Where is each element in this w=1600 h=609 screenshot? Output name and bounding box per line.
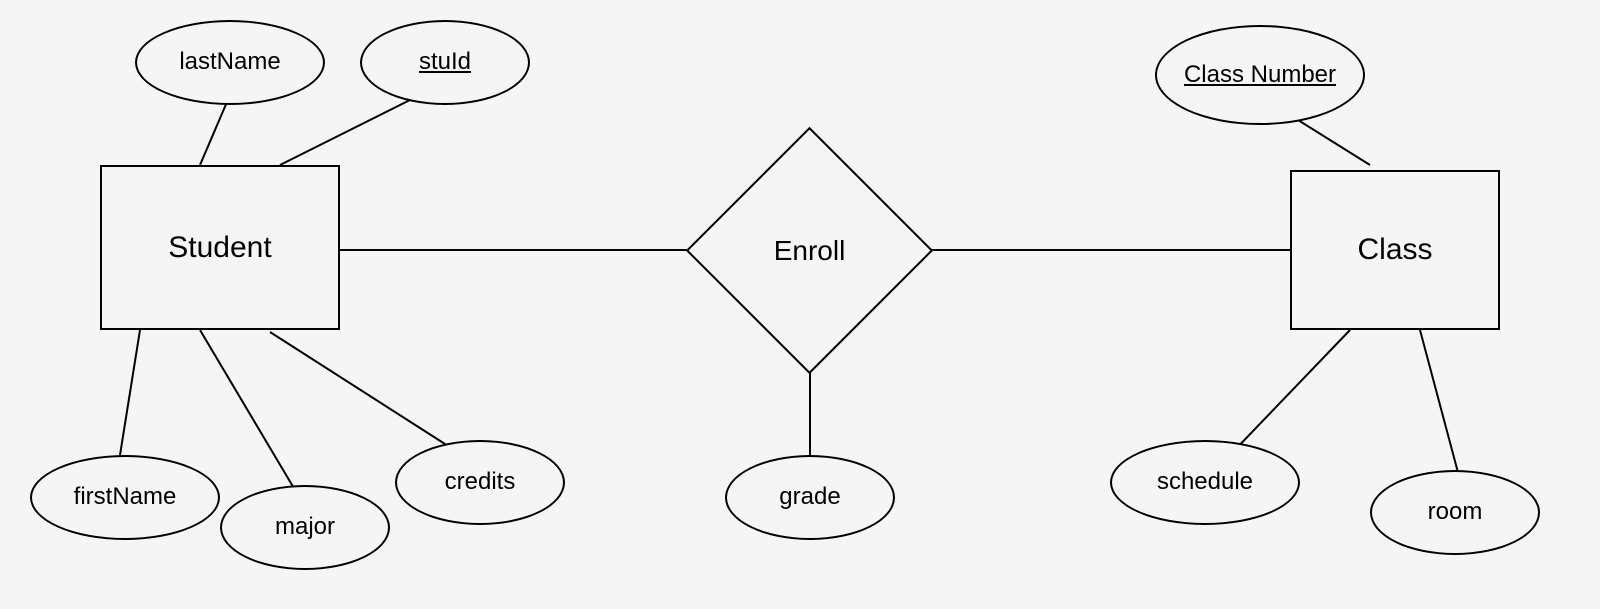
entity-class-label: Class bbox=[1357, 233, 1432, 267]
attribute-stuid: stuId bbox=[360, 20, 530, 105]
attribute-lastname-label: lastName bbox=[179, 49, 280, 75]
entity-student-label: Student bbox=[168, 231, 271, 265]
attribute-firstname-label: firstName bbox=[74, 484, 177, 510]
attribute-room-label: room bbox=[1428, 499, 1483, 525]
attribute-room: room bbox=[1370, 470, 1540, 555]
relationship-enroll-label: Enroll bbox=[774, 235, 846, 267]
attribute-credits-label: credits bbox=[445, 469, 516, 495]
relationship-enroll: Enroll bbox=[722, 163, 897, 338]
attribute-schedule-label: schedule bbox=[1157, 469, 1253, 495]
attribute-stuid-label: stuId bbox=[419, 49, 471, 75]
attribute-classnumber: Class Number bbox=[1155, 25, 1365, 125]
attribute-schedule: schedule bbox=[1110, 440, 1300, 525]
attribute-grade-label: grade bbox=[779, 484, 840, 510]
attribute-grade: grade bbox=[725, 455, 895, 540]
attribute-lastname: lastName bbox=[135, 20, 325, 105]
attribute-credits: credits bbox=[395, 440, 565, 525]
entity-student: Student bbox=[100, 165, 340, 330]
attribute-major: major bbox=[220, 485, 390, 570]
attribute-major-label: major bbox=[275, 514, 335, 540]
entity-class: Class bbox=[1290, 170, 1500, 330]
attribute-classnumber-label: Class Number bbox=[1184, 62, 1336, 88]
attribute-firstname: firstName bbox=[30, 455, 220, 540]
